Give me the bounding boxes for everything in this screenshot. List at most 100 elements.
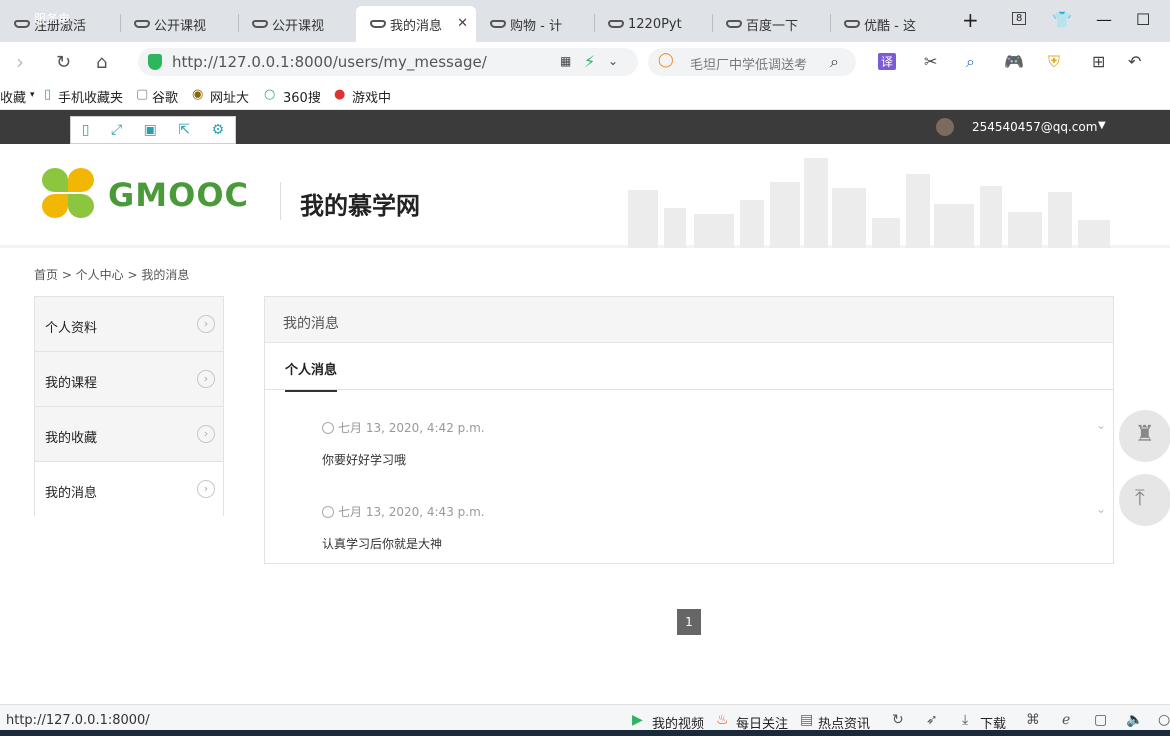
coin-shield-icon[interactable]: ⛨ [1048,52,1060,72]
chevron-right-icon: › [197,315,215,333]
lightning-icon[interactable]: ⚡ [584,52,595,71]
status-url: http://127.0.0.1:8000/ [6,713,150,728]
page-title: 我的慕学网 [300,192,420,220]
shirt-icon[interactable]: 👕 [1052,10,1072,29]
chevron-down-icon[interactable]: ▾ [30,90,35,100]
bookmark-item[interactable]: 手机收藏夹 [58,87,123,106]
back-to-top-button[interactable]: ⤒ [1119,474,1170,526]
browser-icon[interactable]: ℯ [1062,712,1070,728]
maximize-icon[interactable]: ☐ [1136,10,1150,29]
share-icon[interactable]: ⇱ [178,122,190,138]
close-tab-icon[interactable]: ✕ [457,16,468,31]
translate-icon[interactable]: 译 [878,53,897,70]
search-icon[interactable]: ⌕ [830,52,839,72]
tab-personal-messages[interactable]: 个人消息 [285,359,337,392]
browser-tabbar: 注册激活 公开课视 公开课视 我的消息 ✕ 购物 - 计 1220Pyt 百度一下… [0,0,1170,42]
panel-title: 我的消息 [283,316,339,332]
minimize-icon[interactable]: — [1096,10,1112,29]
pagination-current-page[interactable]: 1 [677,609,701,635]
globe-icon: ◉ [192,87,204,102]
tab-mask-icon [608,20,624,28]
rocket-icon[interactable]: ➶ [926,712,938,728]
breadcrumb[interactable]: 首页 > 个人中心 > 我的消息 [34,266,189,283]
apps-grid-icon[interactable]: ⊞ [1092,52,1105,71]
profile-sidebar: 个人资料 › 我的课程 › 我的收藏 › 我的消息 › [34,296,224,517]
avatar[interactable] [936,118,954,136]
chevron-right-icon: › [197,370,215,388]
game-icon: ● [334,87,346,102]
home-icon[interactable]: ⌂ [96,52,107,73]
header-divider [280,182,281,220]
download-icon[interactable]: ⤓ [962,712,968,728]
panel-header: 我的消息 [265,297,1113,343]
bookmark-item[interactable]: 网址大 [210,87,249,106]
sidebar-item-favorites[interactable]: 我的收藏 › [35,407,223,462]
url-text[interactable]: http://127.0.0.1:8000/users/my_message/ [172,53,487,71]
chevron-down-icon[interactable]: ⌄ [608,54,618,68]
message-body: 你要好好学习哦 [322,453,407,467]
news-icon: ▤ [800,712,814,728]
save-icon[interactable]: ▣ [144,122,157,138]
brand-logo-text[interactable]: GMOOC [108,176,249,214]
fullscreen-icon[interactable]: ⤢ [111,122,122,138]
sidebar-item-courses[interactable]: 我的课程 › [35,352,223,407]
new-tab-button[interactable]: + [962,8,979,32]
address-toolbar: › ↻ ⌂ http://127.0.0.1:8000/users/my_mes… [0,42,1170,82]
secure-shield-icon [148,54,162,70]
scissors-icon[interactable]: ✂ [924,52,937,71]
browser-tab[interactable]: 公开课视 [238,6,356,42]
tab-mask-icon [844,20,860,28]
qr-icon[interactable]: ▦ [560,54,571,68]
message-time: 七月 13, 2020, 4:43 p.m. [322,503,485,520]
search-engine-icon[interactable]: ◯ [658,52,674,68]
bookmark-item[interactable]: 360搜 [283,87,321,106]
floating-toolbar: ▯ ⤢ ▣ ⇱ ⚙ [70,116,236,144]
video-icon: ▶ [632,712,643,728]
chevron-down-icon[interactable]: ⌄ [1096,502,1106,516]
sidebar-item-messages[interactable]: 我的消息 › [35,462,223,517]
browser-tab[interactable]: 公开课视 [120,6,238,42]
logo-icon[interactable] [40,168,96,220]
tab-mask-icon [252,20,268,28]
sidebar-item-label: 我的课程 [45,376,98,391]
chevron-right-icon: › [197,480,215,498]
tab-mask-icon [134,20,150,28]
tab-count-badge[interactable]: 8 [1012,12,1027,25]
browser-tab[interactable]: 1220Pyt [594,6,712,42]
chevron-right-icon: › [197,425,215,443]
search-placeholder: 毛坦厂中学低调送考 [690,58,808,73]
volume-icon[interactable]: 🔈 [1126,712,1143,728]
sidebar-item-profile[interactable]: 个人资料 › [35,297,223,352]
bookmark-item[interactable]: 游戏中 [352,87,391,106]
bookmark-item[interactable]: 谷歌 [152,87,178,106]
tab-mask-icon [490,20,506,28]
phone-icon[interactable]: ▯ [82,122,90,138]
magnifier-icon[interactable]: ⌕ [966,52,975,72]
browser-tab-active[interactable]: 我的消息 ✕ [356,6,476,42]
customer-service-button[interactable]: ♜ [1119,410,1170,462]
refresh-icon[interactable]: ↻ [892,712,904,728]
forward-icon[interactable]: › [16,50,24,74]
refresh-icon[interactable]: ↻ [56,52,71,73]
chevron-down-icon[interactable]: ⌄ [1096,418,1106,432]
sidebar-item-label: 个人资料 [45,321,98,336]
bookmarks-bar: 收藏 ▾ ▯ 手机收藏夹 ▢ 谷歌 ◉ 网址大 ○ 360搜 ● 游戏中 [0,82,1170,110]
search-icon[interactable]: ○ [1158,712,1170,728]
caret-down-icon[interactable]: ▼ [1098,120,1106,131]
browser-tab[interactable]: 百度一下 [712,6,830,42]
gamepad-icon[interactable]: 🎮 [1004,52,1024,71]
gear-icon[interactable]: ⚙ [212,122,225,138]
browser-tab[interactable]: 购物 - 计 [476,6,594,42]
bookmark-item[interactable]: 收藏 [0,87,26,106]
clock-icon [322,422,334,434]
undo-icon[interactable]: ↶ [1128,52,1141,71]
bell-icon: ♜ [1135,422,1155,447]
tab-mask-icon [370,20,386,28]
phone-icon: ▯ [44,87,52,102]
panel-tabs: 个人消息 [265,345,1113,392]
message-body: 认真学习后你就是大神 [322,537,443,551]
user-email[interactable]: 254540457@qq.com [972,120,1097,134]
browser-tab[interactable]: 优酷 - 这 [830,6,948,42]
window-icon[interactable]: ▢ [1094,712,1107,728]
translate-tool-icon[interactable]: ⌘ [1026,712,1040,728]
